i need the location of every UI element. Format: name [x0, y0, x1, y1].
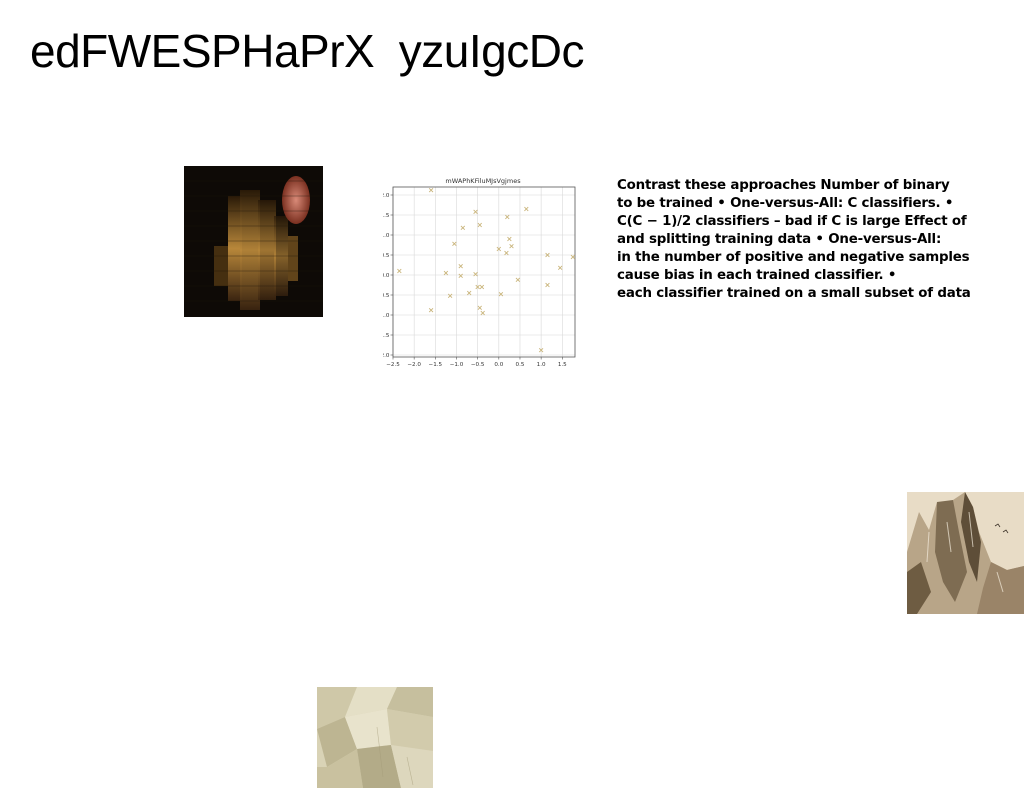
y-tick-label: 0.0	[383, 273, 390, 279]
slide-title: edFWESPHaPrX yzuIgcDc	[30, 25, 584, 77]
x-tick-label: −2.0	[407, 362, 421, 368]
scatter-point	[545, 282, 550, 288]
chart-title: mWAPhKFiluMJsVgjmes	[445, 177, 521, 185]
y-tick-label: 1.5	[383, 213, 390, 219]
body-line: C(C − 1)/2 classifiers – bad if C is lar…	[617, 214, 967, 229]
y-tick-label: −1.0	[383, 313, 390, 319]
scatter-point	[473, 209, 478, 215]
scatter-point	[504, 250, 509, 256]
scatter-point	[428, 307, 434, 313]
x-tick-label: −0.5	[471, 362, 485, 368]
scatter-chart: mWAPhKFiluMJsVgjmes −2.5 −2.0 −1.5 −1.0 −0.5…	[383, 174, 583, 374]
scatter-point	[557, 265, 563, 271]
abstract-warm-image	[184, 166, 323, 317]
mountain-sepia-image	[907, 492, 1024, 614]
y-tick-label: 0.5	[383, 253, 390, 259]
scatter-point	[505, 214, 510, 220]
y-tick-label: −2.0	[383, 353, 390, 359]
geometric-beige-image	[317, 687, 433, 788]
plot-frame	[392, 186, 576, 358]
scatter-point	[509, 243, 514, 249]
y-tick-label: −0.5	[383, 293, 390, 299]
scatter-point	[477, 305, 482, 311]
scatter-point	[498, 291, 504, 297]
scatter-point	[458, 273, 463, 279]
body-line: each classifier trained on a small subse…	[617, 286, 971, 301]
scatter-point	[473, 271, 478, 277]
scatter-point	[452, 241, 457, 247]
x-tick-label: 1.5	[558, 362, 567, 368]
body-line: to be trained • One-versus-All: C classi…	[617, 196, 954, 211]
scatter-point	[458, 263, 463, 269]
y-tick-label: −1.5	[383, 333, 390, 339]
x-tick-label: −1.0	[450, 362, 464, 368]
scatter-point	[466, 290, 472, 296]
scatter-point	[515, 277, 521, 283]
scatter-point	[480, 310, 485, 316]
body-text: Contrast these approaches Number of bina…	[617, 177, 1017, 303]
scatter-point	[443, 270, 449, 276]
scatter-point	[428, 187, 434, 193]
scatter-point	[479, 284, 485, 290]
x-tick-label: 0.0	[494, 362, 503, 368]
scatter-point	[447, 293, 453, 299]
body-line: in the number of positive and negative s…	[617, 250, 970, 265]
x-tick-label: 1.0	[537, 362, 546, 368]
scatter-point	[477, 222, 482, 228]
x-tick-label: 0.5	[516, 362, 525, 368]
x-tick-label: −2.5	[386, 362, 400, 368]
scatter-point	[524, 206, 529, 212]
y-tick-label: 2.0	[383, 193, 390, 199]
body-line: Contrast these approaches Number of bina…	[617, 178, 950, 193]
scatter-point	[570, 254, 576, 260]
scatter-point	[507, 236, 512, 242]
x-tick-label: −1.5	[429, 362, 443, 368]
body-line: and splitting training data • One-versus…	[617, 232, 942, 247]
body-line: cause bias in each trained classifier. •	[617, 268, 897, 283]
scatter-point	[397, 268, 402, 274]
y-tick-label: 1.0	[383, 233, 390, 239]
scatter-point	[460, 225, 466, 231]
